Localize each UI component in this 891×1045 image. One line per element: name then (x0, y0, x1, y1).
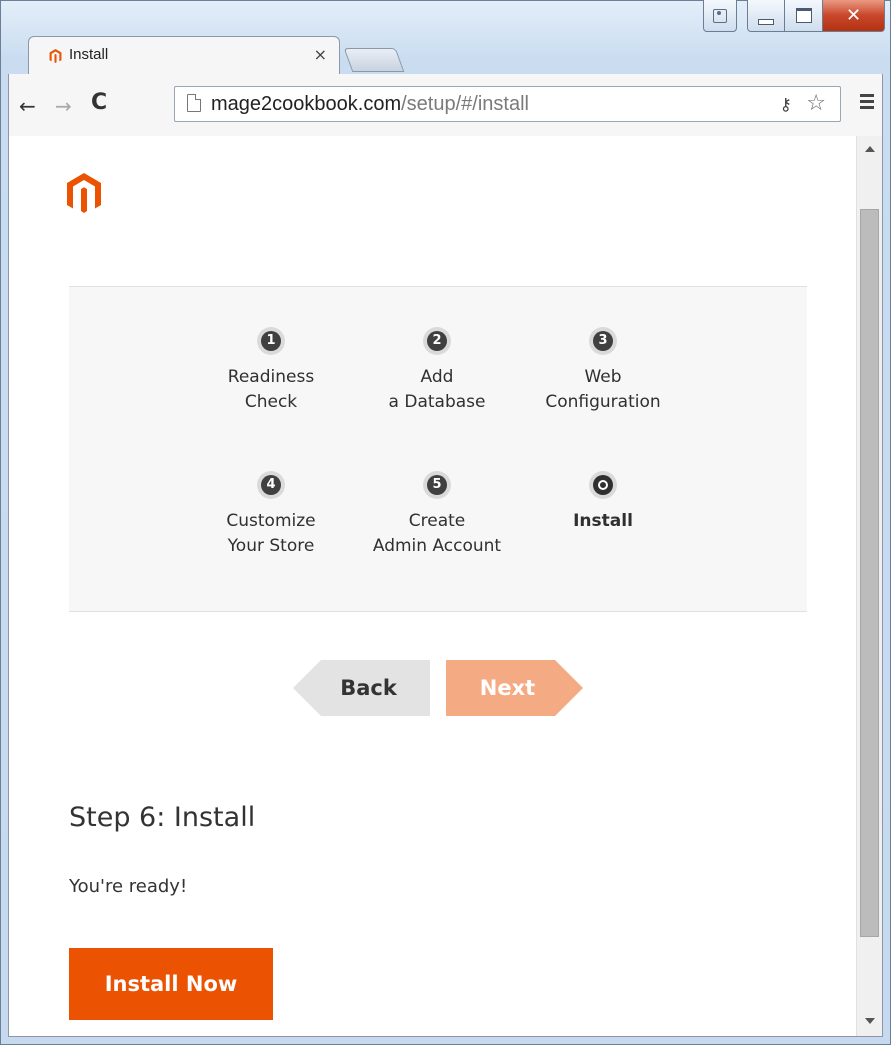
scrollbar-thumb[interactable] (860, 209, 879, 937)
maximize-icon (795, 8, 812, 23)
step-install: Install (523, 471, 683, 534)
step-number-badge: 4 (257, 471, 285, 499)
minimize-button[interactable] (747, 0, 785, 32)
reload-icon[interactable]: C (91, 90, 107, 115)
tab-close-icon[interactable]: × (314, 45, 327, 64)
magento-logo (67, 173, 101, 213)
step-create-admin: 5 Create Admin Account (357, 471, 517, 559)
step-label: Web Configuration (545, 367, 661, 412)
vertical-scrollbar[interactable] (856, 136, 882, 1036)
url-host: mage2cookbook.com (211, 93, 402, 115)
scroll-up-icon[interactable] (865, 146, 875, 152)
scroll-down-icon[interactable] (865, 1018, 875, 1024)
url-text[interactable]: mage2cookbook.com/setup/#/install (211, 93, 529, 116)
tab-title: Install (69, 46, 109, 63)
browser-toolbar: ← → C mage2cookbook.com/setup/#/install … (8, 74, 883, 136)
minimize-icon (758, 18, 774, 25)
progress-steps: 1 Readiness Check 2 Add a Database 3 Web Co… (69, 286, 807, 612)
step-label: Install (573, 511, 633, 531)
back-button[interactable]: Back (293, 660, 430, 716)
bookmark-star-icon[interactable]: ☆ (806, 91, 826, 116)
window-controls: ✕ (703, 0, 885, 34)
maximize-button[interactable] (785, 0, 823, 32)
install-now-button[interactable]: Install Now (69, 948, 273, 1020)
step-current-badge (589, 471, 617, 499)
page-viewport: 1 Readiness Check 2 Add a Database 3 Web Co… (8, 136, 883, 1037)
step-readiness-check: 1 Readiness Check (191, 327, 351, 415)
user-icon (713, 8, 727, 23)
browser-window: ✕ Install × ← → C mage2cookbook.com/setu… (0, 0, 891, 1045)
close-icon: ✕ (845, 5, 862, 26)
user-profile-button[interactable] (703, 0, 737, 32)
next-button[interactable]: Next (446, 660, 583, 716)
address-bar[interactable]: mage2cookbook.com/setup/#/install ⚷ ☆ (174, 86, 841, 122)
step-customize-store: 4 Customize Your Store (191, 471, 351, 559)
step-number-badge: 5 (423, 471, 451, 499)
tab-install[interactable]: Install × (28, 36, 340, 74)
step-number-badge: 3 (589, 327, 617, 355)
step-number-badge: 2 (423, 327, 451, 355)
magento-favicon-icon (49, 49, 62, 63)
page-title: Step 6: Install (69, 802, 256, 833)
step-label: Customize Your Store (226, 511, 316, 556)
new-tab-button[interactable] (343, 48, 405, 72)
step-web-configuration: 3 Web Configuration (523, 327, 683, 415)
step-number-badge: 1 (257, 327, 285, 355)
forward-arrow-icon[interactable]: → (55, 94, 72, 118)
menu-icon[interactable] (860, 94, 874, 112)
back-arrow-icon[interactable]: ← (19, 94, 36, 118)
page-icon (187, 94, 201, 112)
step-add-database: 2 Add a Database (357, 327, 517, 415)
close-window-button[interactable]: ✕ (823, 0, 885, 32)
step-label: Readiness Check (227, 367, 315, 412)
step-label: Add a Database (388, 367, 486, 412)
key-icon[interactable]: ⚷ (780, 95, 792, 115)
ready-message: You're ready! (69, 876, 188, 897)
step-label: Create Admin Account (372, 511, 502, 556)
url-path: /setup/#/install (401, 93, 529, 115)
